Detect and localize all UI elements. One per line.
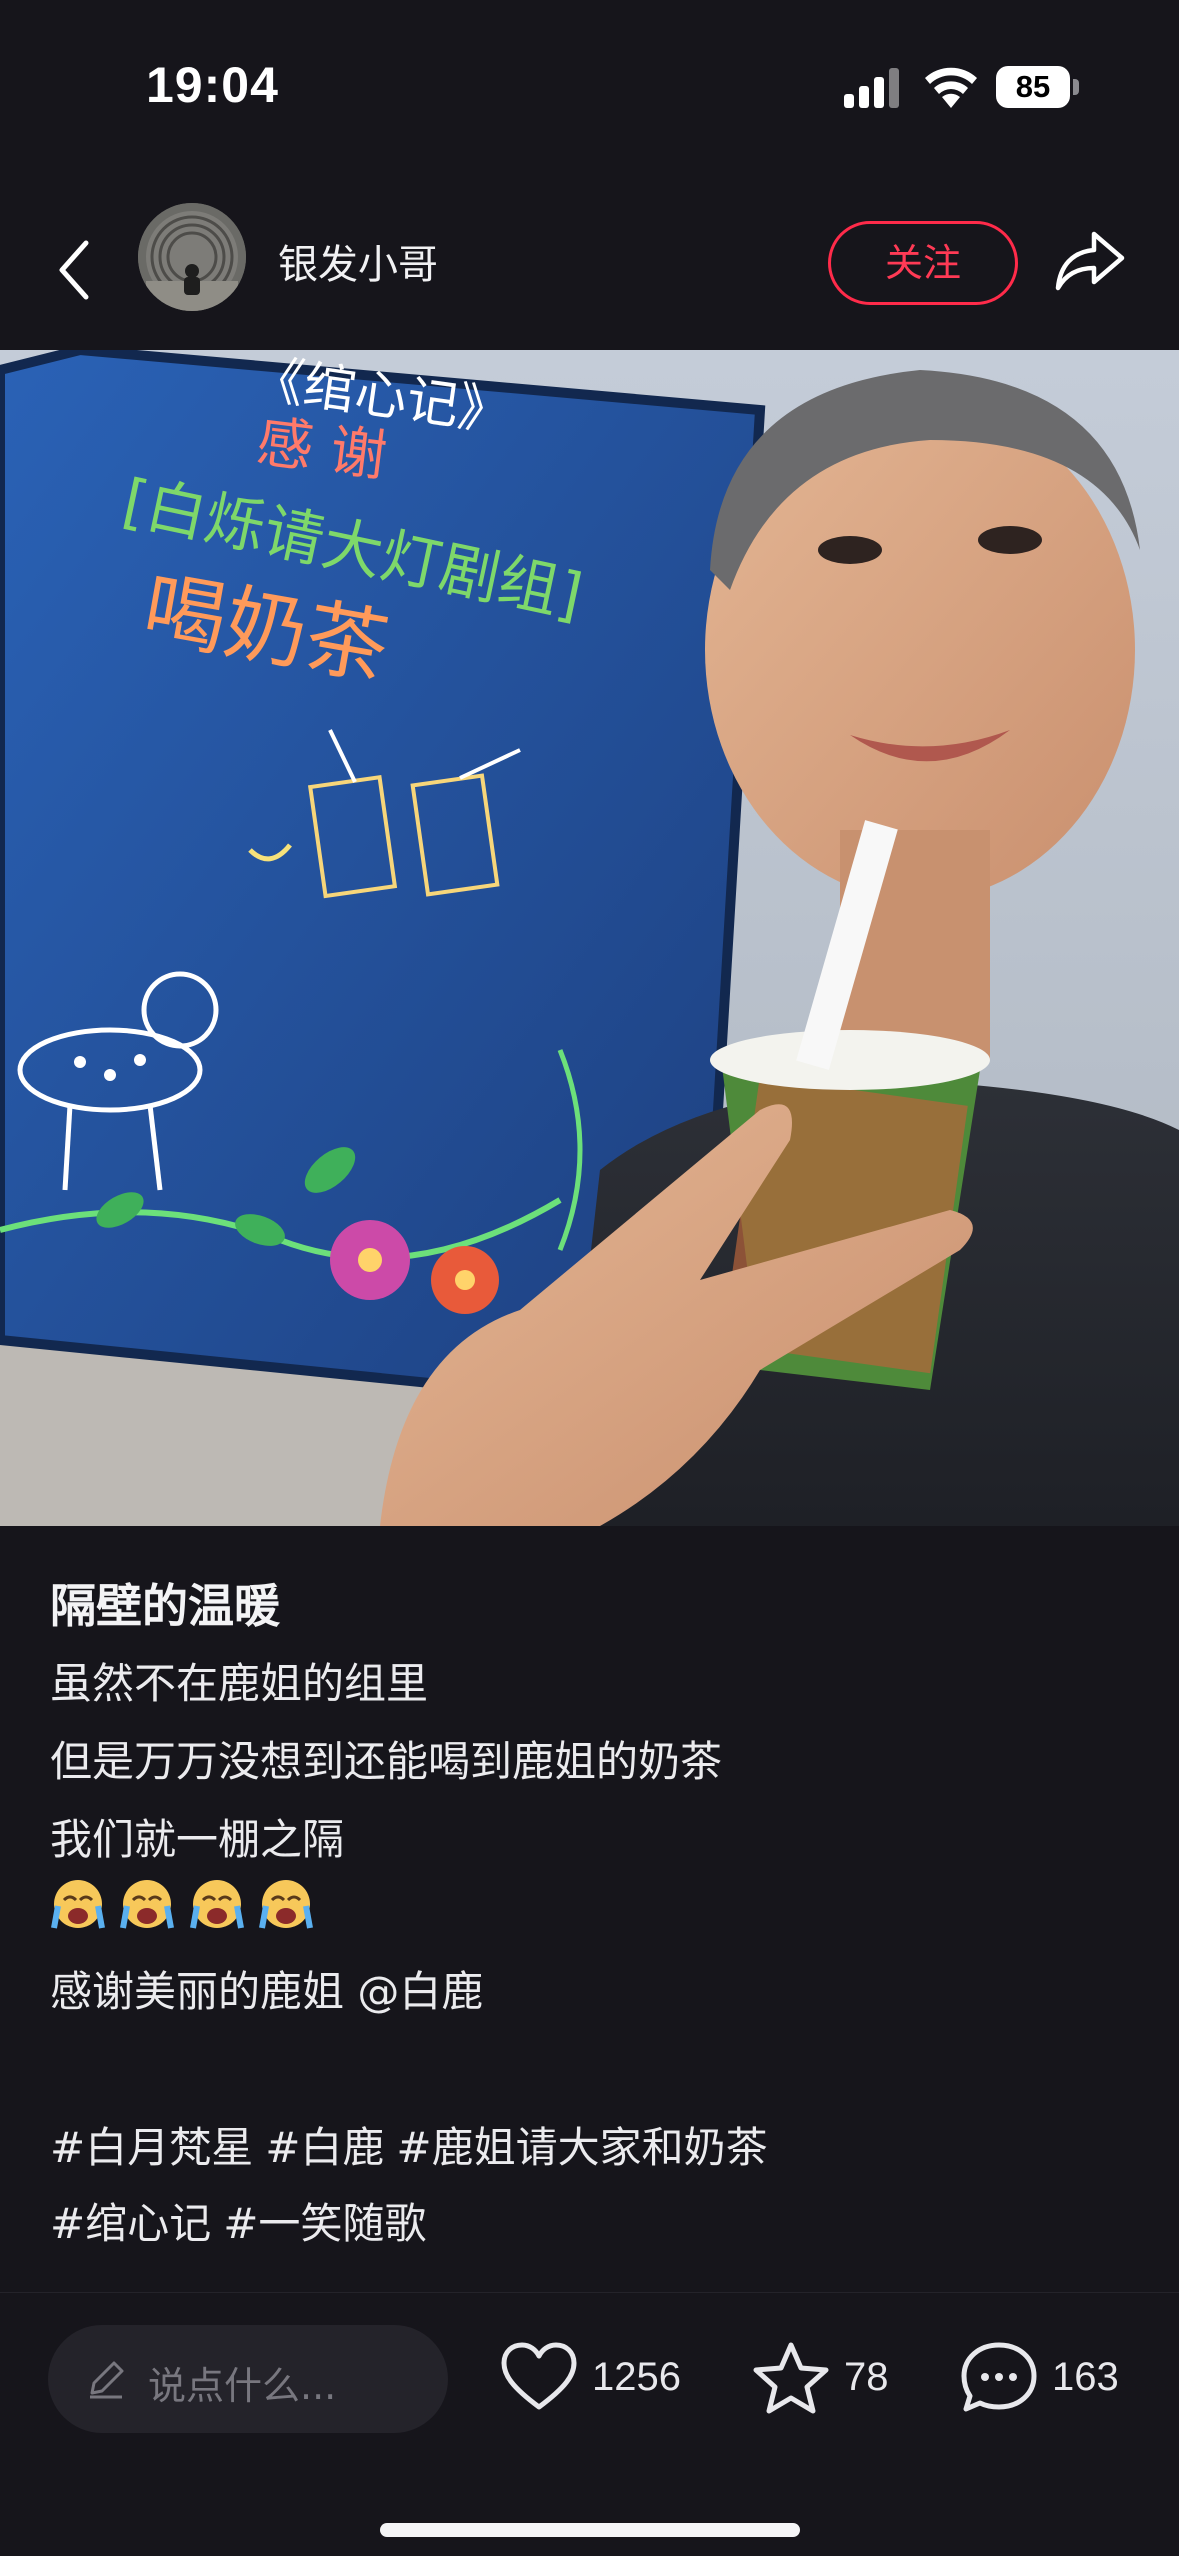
thanks-text: 感谢美丽的鹿姐: [50, 1967, 345, 2016]
post-photo-image: 《绾心记》 感 谢 [白烁请大灯剧组] 喝奶茶: [0, 350, 1179, 1526]
wifi-icon: [925, 67, 977, 108]
comment-bubble-icon: [961, 2342, 1037, 2412]
hashtag-link[interactable]: #鹿姐请大家和奶茶: [396, 2123, 767, 2172]
crying-face-emoji-icon: [259, 1880, 314, 1929]
hashtag-row-1: #白月梵星 #白鹿 #鹿姐请大家和奶茶: [50, 2114, 780, 2175]
status-time: 19:04: [146, 57, 279, 113]
battery-icon: 85: [996, 66, 1080, 108]
signal-icon: [844, 68, 899, 108]
post-line-1: 虽然不在鹿姐的组里: [50, 1659, 429, 1708]
comment-placeholder: 说点什么...: [148, 2364, 337, 2408]
chevron-left-icon[interactable]: [50, 235, 100, 305]
post-body: 隔壁的温暖 虽然不在鹿姐的组里 但是万万没想到还能喝到鹿姐的奶茶 我们就一棚之隔…: [0, 1526, 1179, 2292]
comment-input[interactable]: 说点什么...: [48, 2325, 448, 2433]
hashtag-link[interactable]: #绾心记: [50, 2199, 211, 2248]
thanks-line: 感谢美丽的鹿姐 @白鹿: [50, 1958, 483, 2019]
crying-face-emoji-icon: [120, 1880, 175, 1929]
hashtag-link[interactable]: #白鹿: [265, 2123, 384, 2172]
post-line-3: 我们就一棚之隔: [50, 1815, 345, 1864]
mention-link[interactable]: @白鹿: [357, 1967, 483, 2016]
post-photo[interactable]: 《绾心记》 感 谢 [白烁请大灯剧组] 喝奶茶: [0, 350, 1179, 1526]
pencil-icon: [90, 2361, 124, 2399]
avatar[interactable]: [138, 203, 246, 311]
emoji-row: [50, 1876, 314, 1932]
like-button[interactable]: 1256: [500, 2341, 700, 2421]
star-icon: [753, 2342, 829, 2414]
crying-face-emoji-icon: [51, 1880, 105, 1929]
bottom-action-bar: 说点什么... 1256 78 163: [0, 2292, 1179, 2556]
post-line-2: 但是万万没想到还能喝到鹿姐的奶茶: [50, 1737, 723, 1786]
battery-level: 85: [1015, 69, 1051, 104]
hashtag-link[interactable]: #一笑随歌: [223, 2199, 426, 2248]
screen: 19:04 85 银发小哥 关注 《绾心记》 感 谢 [白烁请大灯剧组] 喝奶茶…: [0, 0, 1179, 2556]
share-arrow-icon[interactable]: [1054, 228, 1126, 294]
crying-face-emoji-icon: [189, 1880, 244, 1929]
hashtag-link[interactable]: #白月梵星: [50, 2123, 253, 2172]
favorite-count: 78: [844, 2355, 889, 2399]
avatar-image: [138, 203, 246, 311]
post-title: 隔壁的温暖: [50, 1579, 280, 1633]
comment-button[interactable]: 163: [960, 2341, 1140, 2421]
comment-count: 163: [1052, 2355, 1119, 2399]
home-indicator[interactable]: [380, 2523, 800, 2537]
heart-icon: [501, 2342, 577, 2410]
hashtag-row-2: #绾心记 #一笑随歌: [50, 2190, 438, 2251]
favorite-button[interactable]: 78: [752, 2341, 912, 2421]
author-name[interactable]: 银发小哥: [278, 232, 438, 290]
follow-button[interactable]: 关注: [828, 221, 1018, 305]
status-bar: 19:04 85: [0, 0, 1179, 170]
like-count: 1256: [592, 2355, 681, 2399]
